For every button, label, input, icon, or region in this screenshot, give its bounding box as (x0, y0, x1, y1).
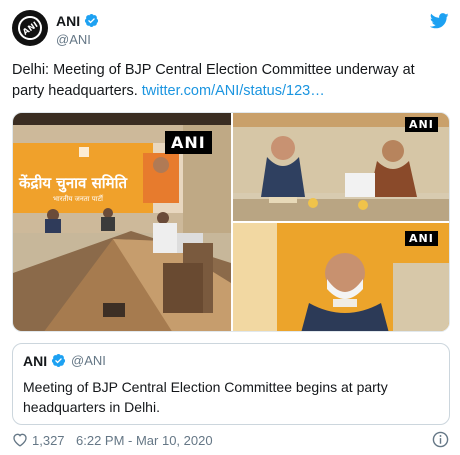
verified-badge-icon (51, 354, 66, 367)
banner-small-text: भारतीय जनता पार्टी (53, 195, 103, 203)
tweet-timestamp[interactable]: 6:22 PM - Mar 10, 2020 (76, 433, 213, 448)
heart-icon[interactable] (12, 432, 28, 447)
photo-leaders-table[interactable]: ANI (233, 113, 449, 221)
ani-watermark: ANI (405, 231, 438, 246)
quoted-tweet[interactable]: ANI @ANI Meeting of BJP Central Election… (12, 343, 450, 425)
quoted-author-handle: @ANI (71, 353, 106, 368)
embedded-tweet: ANI ANI @ANI Delhi: Meeting of BJP Centr… (0, 0, 460, 455)
quoted-tweet-text: Meeting of BJP Central Election Committe… (23, 379, 388, 415)
quoted-author-name: ANI (23, 353, 48, 369)
avatar[interactable]: ANI (12, 10, 48, 46)
author-handle[interactable]: @ANI (56, 32, 91, 47)
info-icon[interactable] (432, 431, 449, 448)
verified-badge-icon (84, 14, 99, 27)
ani-watermark: ANI (405, 117, 438, 132)
ani-watermark: ANI (165, 131, 212, 154)
author-name[interactable]: ANI (56, 13, 80, 29)
photo-meeting-hall[interactable]: केंद्रीय चुनाव समिति भारतीय जनता पार्टी … (13, 113, 231, 331)
banner-text: केंद्रीय चुनाव समिति (19, 174, 128, 192)
tweet-link[interactable]: twitter.com/ANI/status/123… (142, 83, 325, 99)
tweet-text: Delhi: Meeting of BJP Central Election C… (12, 60, 448, 102)
twitter-bird-icon[interactable] (430, 13, 449, 29)
photo-closeup[interactable]: ANI (233, 223, 449, 331)
media-grid: केंद्रीय चुनाव समिति भारतीय जनता पार्टी … (12, 112, 450, 332)
like-count[interactable]: 1,327 (32, 433, 65, 448)
ani-logo-icon: ANI (13, 11, 47, 45)
